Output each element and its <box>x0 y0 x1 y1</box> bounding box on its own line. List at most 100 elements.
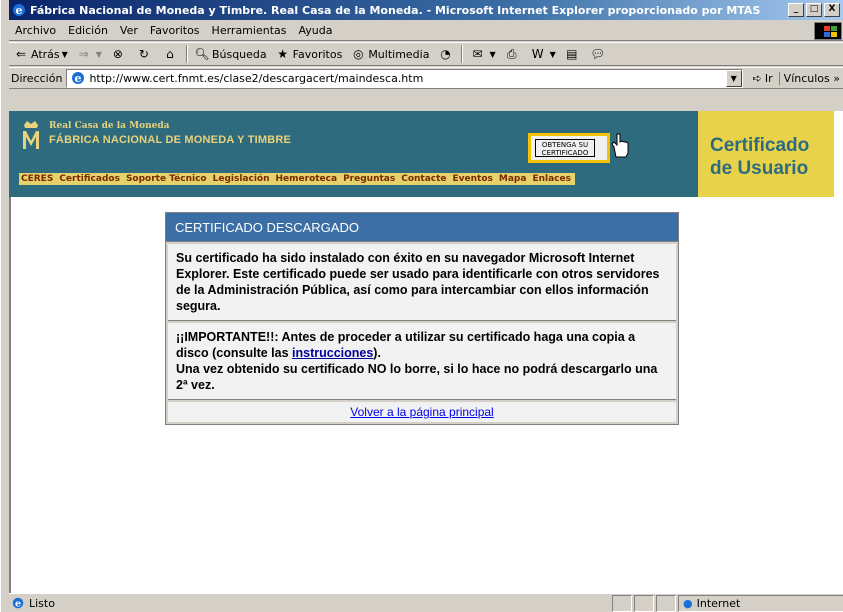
obtenga-line2: CERTIFICADO <box>541 149 589 157</box>
messenger-icon: 💬︎ <box>590 47 606 61</box>
internet-explorer-icon: e <box>13 4 25 17</box>
nav-hemeroteca[interactable]: Hemeroteca <box>276 174 338 184</box>
nav-eventos[interactable]: Eventos <box>453 174 493 184</box>
warning-text: Una vez obtenido su certificado NO lo bo… <box>176 362 658 392</box>
discuss-button[interactable]: ▤ <box>560 43 586 65</box>
go-button[interactable]: ➪ Ir <box>747 72 779 85</box>
message-title: CERTIFICADO DESCARGADO <box>166 213 678 242</box>
toolbar-separator <box>185 45 188 63</box>
menu-herramientas[interactable]: Herramientas <box>206 24 293 37</box>
globe-icon: ● <box>683 596 693 610</box>
back-button[interactable]: ⇐ Atrás ▼ <box>9 43 72 65</box>
address-url: http://www.cert.fnmt.es/clase2/descargac… <box>89 71 424 85</box>
go-arrow-icon: ➪ <box>752 71 762 85</box>
site-nav: CERES Certificados Soporte Técnico Legis… <box>19 173 575 185</box>
cert-banner-line2: de Usuario <box>710 158 809 179</box>
window-title: Fábrica Nacional de Moneda y Timbre. Rea… <box>30 3 761 17</box>
refresh-icon: ↻ <box>138 47 149 61</box>
page-status-icon: e <box>12 597 24 610</box>
close-button[interactable]: X <box>824 3 840 17</box>
brand-large-text: FÁBRICA NACIONAL DE MONEDA Y TIMBRE <box>49 134 292 146</box>
nav-legislacion[interactable]: Legislación <box>213 174 270 184</box>
forward-arrow-icon: ⇒ <box>78 47 89 61</box>
edit-button[interactable]: W ▼ <box>526 43 560 65</box>
stop-button[interactable]: ⊗ <box>106 43 132 65</box>
zone-label: Internet <box>696 596 741 610</box>
address-label: Dirección <box>11 71 63 85</box>
menu-favoritos[interactable]: Favoritos <box>144 24 206 37</box>
svg-text:e: e <box>75 72 82 85</box>
dropdown-arrow-icon: ▼ <box>489 49 496 59</box>
mail-button[interactable]: ✉ ▼ <box>465 43 499 65</box>
go-label: Ir <box>764 71 773 85</box>
message-footer: Volver a la página principal <box>168 402 676 422</box>
address-bar: Dirección e http://www.cert.fnmt.es/clas… <box>9 67 843 89</box>
menu-bar: Archivo Edición Ver Favoritos Herramient… <box>9 21 843 41</box>
pointing-hand-icon <box>611 133 629 158</box>
search-button[interactable]: 🔍︎ Búsqueda <box>190 43 271 65</box>
menu-ayuda[interactable]: Ayuda <box>292 24 338 37</box>
instrucciones-link[interactable]: instrucciones <box>292 346 373 360</box>
windows-logo-icon <box>814 22 842 40</box>
status-bar: e Listo ● Internet <box>9 593 843 612</box>
history-button[interactable]: ◔ <box>433 43 459 65</box>
title-bar: e Fábrica Nacional de Moneda y Timbre. R… <box>9 0 843 20</box>
dropdown-arrow-icon: ▼ <box>549 49 556 59</box>
chevron-right-icon: » <box>833 71 840 85</box>
address-dropdown-button[interactable]: ▼ <box>725 69 742 87</box>
status-cell <box>612 594 632 612</box>
obtenga-label: OBTENGA SU CERTIFICADO <box>535 139 595 157</box>
svg-text:e: e <box>15 599 21 610</box>
svg-text:e: e <box>16 4 23 17</box>
toolbar: ⇐ Atrás ▼ ⇒ ▼ ⊗ ↻ ⌂ 🔍︎ Búsqueda ★ Favori… <box>9 42 843 66</box>
obtenga-line1: OBTENGA SU <box>541 141 589 149</box>
important-text-pre: ¡¡IMPORTANTE!!: Antes de proceder a util… <box>176 330 636 360</box>
nav-soporte-tecnico[interactable]: Soporte Técnico <box>126 174 207 184</box>
nav-certificados[interactable]: Certificados <box>59 174 120 184</box>
message-success-text: Su certificado ha sido instalado con éxi… <box>168 244 676 321</box>
message-important: ¡¡IMPORTANTE!!: Antes de proceder a util… <box>168 323 676 400</box>
back-to-home-link[interactable]: Volver a la página principal <box>350 405 493 419</box>
menu-archivo[interactable]: Archivo <box>9 24 62 37</box>
search-label: Búsqueda <box>211 47 267 61</box>
status-cell <box>656 594 676 612</box>
status-cell <box>634 594 654 612</box>
media-icon: ◎ <box>353 47 364 61</box>
media-button[interactable]: ◎ Multimedia <box>346 43 433 65</box>
favorites-label: Favoritos <box>292 47 343 61</box>
crown-logo-icon <box>23 121 39 149</box>
print-button[interactable]: ⎙ <box>500 43 526 65</box>
minimize-button[interactable]: _ <box>788 3 804 17</box>
menu-edicion[interactable]: Edición <box>62 24 114 37</box>
toolbar-separator <box>461 45 464 63</box>
media-label: Multimedia <box>368 47 430 61</box>
forward-button[interactable]: ⇒ ▼ <box>72 43 106 65</box>
status-text-area: e Listo <box>9 596 610 610</box>
dropdown-arrow-icon: ▼ <box>95 49 102 59</box>
certificado-usuario-banner: Certificado de Usuario <box>698 111 834 197</box>
maximize-button[interactable]: □ <box>806 3 822 17</box>
download-message-box: CERTIFICADO DESCARGADO Su certificado ha… <box>165 212 679 425</box>
links-button[interactable]: Vínculos » <box>778 71 843 85</box>
cert-banner-line1: Certificado <box>710 135 810 156</box>
nav-ceres[interactable]: CERES <box>21 174 53 184</box>
messenger-button[interactable]: 💬︎ <box>586 43 612 65</box>
back-arrow-icon: ⇐ <box>15 47 27 61</box>
nav-mapa[interactable]: Mapa <box>499 174 527 184</box>
stop-icon: ⊗ <box>112 47 123 61</box>
mail-icon: ✉ <box>472 47 483 61</box>
menu-ver[interactable]: Ver <box>114 24 144 37</box>
page-icon: e <box>72 72 85 85</box>
nav-contacte[interactable]: Contacte <box>401 174 446 184</box>
obtenga-certificado-button[interactable]: OBTENGA SU CERTIFICADO <box>528 133 610 163</box>
favorites-button[interactable]: ★ Favoritos <box>271 43 347 65</box>
home-button[interactable]: ⌂ <box>158 43 184 65</box>
favorites-icon: ★ <box>277 47 289 61</box>
nav-preguntas[interactable]: Preguntas <box>343 174 395 184</box>
search-icon: 🔍︎ <box>194 47 210 61</box>
back-label: Atrás <box>31 47 60 61</box>
history-icon: ◔ <box>440 47 451 61</box>
refresh-button[interactable]: ↻ <box>132 43 158 65</box>
nav-enlaces[interactable]: Enlaces <box>532 174 571 184</box>
address-input[interactable]: e http://www.cert.fnmt.es/clase2/descarg… <box>66 68 743 88</box>
